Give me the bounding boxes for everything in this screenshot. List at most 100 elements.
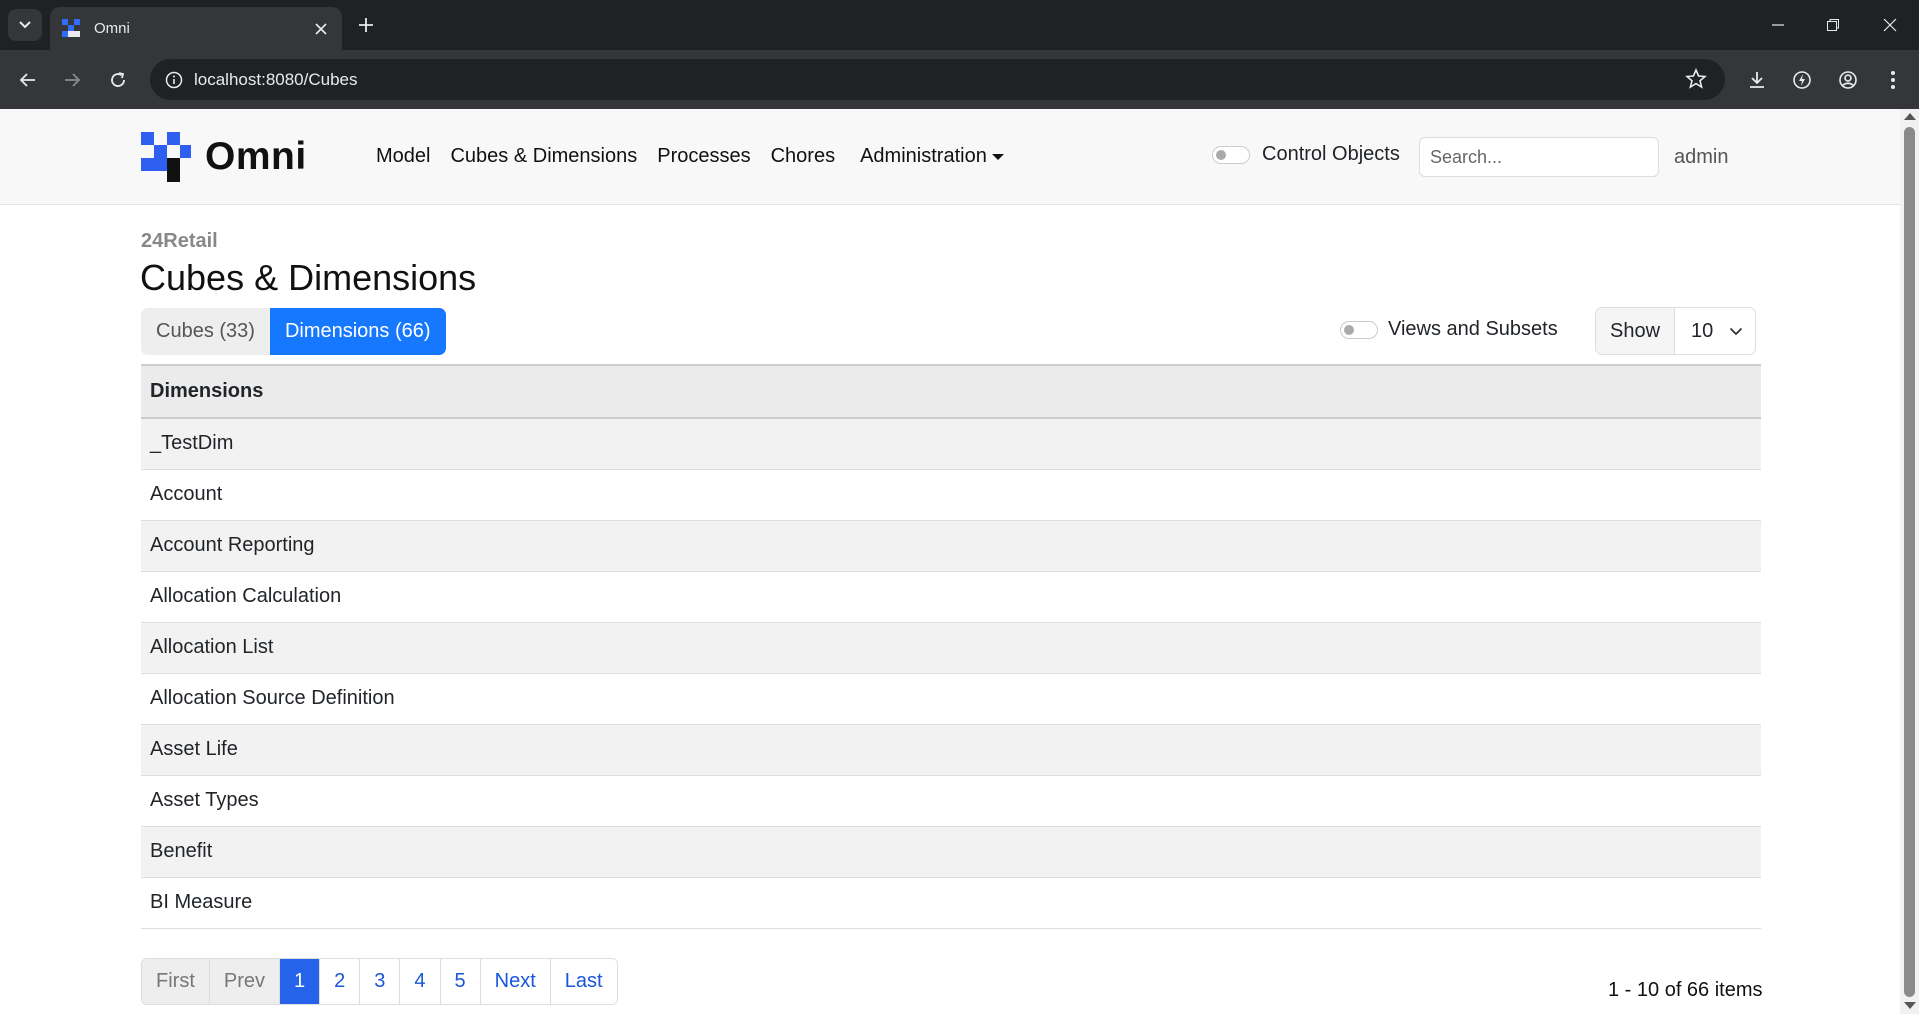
address-bar[interactable]: localhost:8080/Cubes bbox=[150, 59, 1725, 100]
plus-icon bbox=[359, 18, 373, 32]
dimension-name[interactable]: Allocation Calculation bbox=[141, 571, 1761, 623]
dimension-name[interactable]: Allocation Source Definition bbox=[141, 673, 1761, 725]
arrow-left-icon bbox=[19, 73, 35, 87]
tab-cubes[interactable]: Cubes (33) bbox=[141, 308, 270, 355]
pagination: First Prev 1 2 3 4 5 Next Last bbox=[141, 958, 618, 1005]
page-size-control: Show 10 bbox=[1595, 307, 1757, 355]
tab-title: Omni bbox=[94, 20, 130, 37]
page-title: Cubes & Dimensions bbox=[140, 257, 477, 298]
page-2-button[interactable]: 2 bbox=[320, 959, 361, 1004]
column-header-dimensions[interactable]: Dimensions bbox=[141, 364, 1761, 419]
table-row[interactable]: Allocation List bbox=[141, 622, 1761, 674]
profile-icon[interactable] bbox=[1833, 65, 1863, 95]
chevron-down-icon bbox=[19, 21, 31, 29]
page-size-select[interactable]: 10 bbox=[1675, 308, 1756, 354]
control-objects-label: Control Objects bbox=[1262, 143, 1400, 165]
tab-dimensions[interactable]: Dimensions (66) bbox=[269, 308, 446, 355]
restore-button[interactable] bbox=[1805, 0, 1860, 50]
table-row[interactable]: Account bbox=[141, 469, 1761, 521]
minimize-button[interactable] bbox=[1750, 0, 1805, 50]
dimensions-table: Dimensions _TestDim Account Account Repo… bbox=[141, 364, 1761, 929]
table-row[interactable]: Allocation Calculation bbox=[141, 571, 1761, 623]
scroll-up-icon[interactable] bbox=[1904, 113, 1916, 120]
browser-tab[interactable]: Omni bbox=[50, 7, 342, 50]
browser-toolbar: localhost:8080/Cubes bbox=[0, 50, 1919, 109]
menu-item-cubes-dimensions[interactable]: Cubes & Dimensions bbox=[450, 145, 637, 168]
breadcrumb[interactable]: 24Retail bbox=[141, 230, 218, 253]
browser-tabstrip: Omni bbox=[0, 0, 1919, 50]
page-next-button[interactable]: Next bbox=[480, 959, 551, 1004]
search-input[interactable] bbox=[1419, 137, 1659, 177]
brand-name: Omni bbox=[205, 135, 307, 178]
bookmark-star-icon[interactable] bbox=[1685, 67, 1707, 95]
dimension-name[interactable]: BI Measure bbox=[141, 877, 1761, 929]
page-5-button[interactable]: 5 bbox=[440, 959, 481, 1004]
url-text: localhost:8080/Cubes bbox=[194, 69, 358, 89]
table-row[interactable]: Asset Types bbox=[141, 775, 1761, 827]
control-objects-toggle[interactable] bbox=[1212, 145, 1250, 164]
menu-item-chores[interactable]: Chores bbox=[771, 145, 835, 168]
menu-item-processes[interactable]: Processes bbox=[657, 145, 750, 168]
table-row[interactable]: Allocation Source Definition bbox=[141, 673, 1761, 725]
dimension-name[interactable]: Asset Life bbox=[141, 724, 1761, 776]
control-objects-switch: Control Objects bbox=[1212, 143, 1400, 166]
reload-icon bbox=[111, 72, 125, 87]
brand[interactable]: Omni bbox=[141, 132, 307, 182]
forward-button[interactable] bbox=[56, 64, 88, 96]
user-menu[interactable]: admin bbox=[1674, 146, 1728, 169]
tab-list-button[interactable] bbox=[8, 9, 42, 41]
performance-icon[interactable] bbox=[1787, 65, 1817, 95]
reload-button[interactable] bbox=[102, 64, 134, 96]
dimension-name[interactable]: Account bbox=[141, 469, 1761, 521]
page-content: Omni Model Cubes & Dimensions Processes … bbox=[0, 109, 1900, 1014]
page-1-button[interactable]: 1 bbox=[280, 959, 321, 1004]
omni-logo-icon bbox=[141, 132, 191, 182]
menu-dots-icon[interactable] bbox=[1878, 65, 1908, 95]
menu-item-administration[interactable]: Administration bbox=[860, 145, 1004, 168]
page-prev-button[interactable]: Prev bbox=[209, 959, 281, 1004]
dimension-name[interactable]: Benefit bbox=[141, 826, 1761, 878]
scroll-down-icon[interactable] bbox=[1904, 1002, 1916, 1009]
page-last-button[interactable]: Last bbox=[550, 959, 617, 1004]
dimension-name[interactable]: _TestDim bbox=[141, 418, 1761, 470]
app-navbar: Omni Model Cubes & Dimensions Processes … bbox=[0, 109, 1900, 205]
tab-close-button[interactable] bbox=[308, 16, 334, 42]
new-tab-button[interactable] bbox=[352, 11, 380, 39]
chevron-down-icon bbox=[1730, 327, 1743, 335]
vertical-scrollbar[interactable] bbox=[1900, 109, 1919, 1014]
tab-group: Cubes (33) Dimensions (66) bbox=[141, 308, 446, 355]
items-count: 1 - 10 of 66 items bbox=[1608, 979, 1763, 1001]
page-4-button[interactable]: 4 bbox=[400, 959, 441, 1004]
close-window-button[interactable] bbox=[1862, 0, 1917, 50]
back-button[interactable] bbox=[12, 64, 44, 96]
table-row[interactable]: _TestDim bbox=[141, 418, 1761, 470]
dimension-name[interactable]: Account Reporting bbox=[141, 520, 1761, 572]
omni-favicon-icon bbox=[62, 18, 80, 37]
page-3-button[interactable]: 3 bbox=[360, 959, 401, 1004]
table-row[interactable]: Benefit bbox=[141, 826, 1761, 878]
views-subsets-toggle[interactable] bbox=[1340, 320, 1378, 339]
table-row[interactable]: BI Measure bbox=[141, 877, 1761, 929]
arrow-right-icon bbox=[65, 73, 81, 87]
download-icon[interactable] bbox=[1742, 65, 1772, 95]
views-subsets-label: Views and Subsets bbox=[1388, 318, 1558, 340]
table-header-row: Dimensions bbox=[141, 364, 1761, 419]
close-icon bbox=[1883, 18, 1896, 32]
close-icon bbox=[315, 22, 327, 35]
show-label: Show bbox=[1596, 308, 1676, 354]
scroll-thumb[interactable] bbox=[1904, 127, 1915, 997]
table-row[interactable]: Asset Life bbox=[141, 724, 1761, 776]
site-info-icon[interactable] bbox=[154, 59, 194, 100]
dimension-name[interactable]: Asset Types bbox=[141, 775, 1761, 827]
restore-icon bbox=[1826, 19, 1839, 31]
administration-label: Administration bbox=[860, 145, 987, 167]
dimension-name[interactable]: Allocation List bbox=[141, 622, 1761, 674]
table-row[interactable]: Account Reporting bbox=[141, 520, 1761, 572]
page-first-button[interactable]: First bbox=[142, 959, 210, 1004]
main-menu: Model Cubes & Dimensions Processes Chore… bbox=[376, 145, 1024, 168]
menu-item-model[interactable]: Model bbox=[376, 145, 430, 168]
page-size-value: 10 bbox=[1691, 319, 1714, 342]
views-subsets-switch: Views and Subsets bbox=[1340, 318, 1558, 341]
caret-down-icon bbox=[991, 153, 1004, 160]
minimize-icon bbox=[1771, 24, 1784, 26]
